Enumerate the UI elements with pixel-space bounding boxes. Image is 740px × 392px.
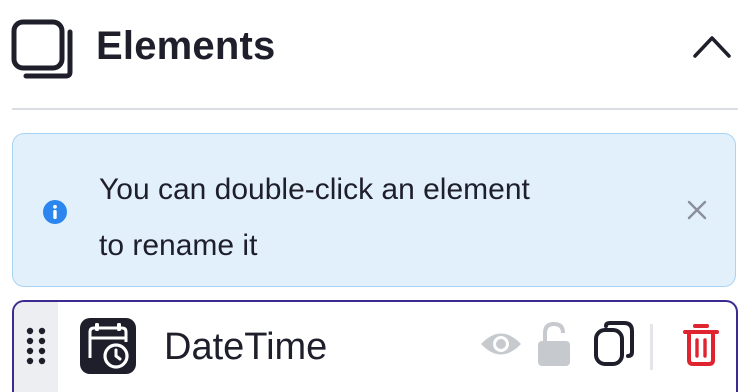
toggle-lock-button[interactable] — [532, 320, 576, 372]
eye-icon — [479, 329, 523, 364]
close-icon — [686, 199, 708, 226]
info-banner-text-line1: You can double-click an element — [99, 173, 530, 206]
dismiss-banner-button[interactable] — [679, 194, 715, 230]
info-icon — [43, 200, 67, 224]
drag-handle[interactable] — [14, 302, 58, 392]
actions-separator — [650, 324, 653, 370]
toggle-visibility-button[interactable] — [474, 320, 528, 372]
unlock-icon — [536, 321, 572, 372]
elements-panel-header[interactable]: Elements — [0, 0, 740, 108]
info-banner-text-line2: to rename it — [99, 229, 258, 262]
element-row-datetime[interactable]: DateTime — [12, 300, 738, 392]
calendar-clock-icon — [80, 318, 136, 374]
info-banner-text: You can double-click an element to renam… — [99, 162, 679, 274]
collapse-button[interactable] — [690, 28, 734, 68]
header-divider — [12, 108, 738, 110]
elements-panel: Elements You can double-click an element… — [0, 0, 740, 392]
chevron-up-icon — [692, 33, 732, 64]
info-banner: You can double-click an element to renam… — [12, 133, 736, 287]
trash-icon — [683, 322, 719, 371]
element-name[interactable]: DateTime — [164, 324, 327, 370]
panel-title: Elements — [96, 24, 276, 68]
delete-button[interactable] — [678, 320, 724, 372]
copy-icon — [592, 320, 636, 373]
duplicate-button[interactable] — [588, 320, 640, 372]
layers-icon — [10, 18, 80, 80]
